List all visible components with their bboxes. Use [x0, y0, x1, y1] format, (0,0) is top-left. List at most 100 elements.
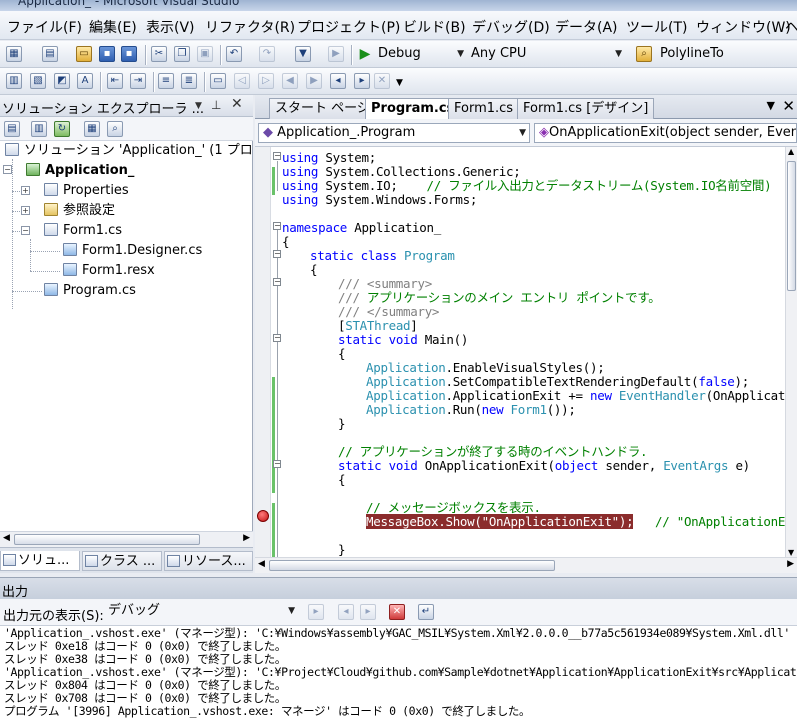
add-item-icon[interactable]: ▤ [42, 46, 58, 62]
copy-icon[interactable]: ❐ [174, 46, 190, 62]
decrease-indent-icon[interactable]: ⇤ [107, 73, 123, 89]
scrollbar-thumb[interactable] [269, 560, 555, 571]
start-debugging-icon[interactable]: ▶ [357, 46, 373, 62]
active-files-icon[interactable]: ▼ [767, 99, 775, 112]
redo-icon[interactable]: ↷ [259, 46, 275, 62]
menu-debug[interactable]: デバッグ(D) [472, 17, 550, 37]
tree-form1[interactable]: Form1.cs [44, 221, 122, 241]
open-file-icon[interactable]: ▭ [76, 46, 92, 62]
close-document-icon[interactable]: ✕ [782, 97, 795, 115]
undo-icon[interactable]: ↶ [226, 46, 242, 62]
outline-toggle-icon[interactable]: − [273, 152, 281, 160]
outline-toggle-icon[interactable]: − [273, 250, 281, 258]
menu-tools[interactable]: ツール(T) [626, 17, 687, 37]
cut-icon[interactable]: ✂ [151, 46, 167, 62]
indicator-margin[interactable] [255, 147, 271, 557]
view-designer-icon[interactable]: ⌕ [107, 121, 123, 137]
tree-project[interactable]: Application_ [26, 161, 134, 181]
tab-class-view[interactable]: クラス ... [82, 551, 162, 571]
code-line: } [338, 542, 346, 557]
find-next-message-icon[interactable]: ▸ [360, 604, 376, 620]
tab-program-cs[interactable]: Program.cs [365, 98, 461, 120]
bookmark-icon[interactable]: ▭ [210, 73, 226, 89]
bookmark-prev-icon[interactable]: ◁ [234, 73, 250, 89]
save-all-icon[interactable]: ▪ [121, 46, 137, 62]
uncomment-icon[interactable]: ≣ [181, 73, 197, 89]
bookmark-prev-document-icon[interactable]: ◂ [330, 73, 346, 89]
scrollbar-thumb[interactable] [14, 534, 200, 545]
collapse-project-icon[interactable]: − [3, 165, 12, 174]
solution-explorer-hscrollbar[interactable]: ◀ ▶ [0, 531, 253, 547]
tree-references[interactable]: 参照設定 [44, 201, 115, 221]
pin-icon[interactable]: ⊥ [211, 98, 221, 112]
menu-edit[interactable]: 編集(E) [89, 17, 137, 37]
toolbar-overflow-icon[interactable]: ▼ [396, 78, 403, 88]
menu-refactor[interactable]: リファクタ(R) [205, 17, 295, 37]
comment-out-icon[interactable]: ≡ [158, 73, 174, 89]
bookmark-next-icon[interactable]: ▷ [258, 73, 274, 89]
new-project-icon[interactable]: ▦ [6, 46, 22, 62]
tab-solution-explorer[interactable]: ソリュ... [0, 551, 80, 571]
expand-references-icon[interactable]: + [21, 206, 30, 215]
show-all-files-icon[interactable]: ▥ [31, 121, 47, 137]
solution-configuration-dropdown[interactable]: Debug ▼ [374, 45, 467, 65]
tab-resource-view[interactable]: リソース... [164, 551, 253, 571]
clear-bookmarks-icon[interactable]: ✕ [374, 73, 390, 89]
tree-properties[interactable]: Properties [44, 181, 129, 201]
menu-build[interactable]: ビルド(B) [403, 17, 466, 37]
find-previous-message-icon[interactable]: ◂ [338, 604, 354, 620]
bookmark-prev-folder-icon[interactable]: ◀ [282, 73, 298, 89]
find-in-files-icon[interactable]: ⌕ [636, 46, 652, 62]
refresh-icon[interactable]: ↻ [54, 121, 70, 137]
quick-info-icon[interactable]: ◩ [54, 73, 70, 89]
tab-start-page[interactable]: スタート ページ [269, 98, 376, 119]
outline-toggle-icon[interactable]: − [273, 222, 281, 230]
navigate-forward-icon[interactable]: ▶ [328, 46, 344, 62]
menu-view[interactable]: 表示(V) [146, 17, 195, 37]
code-area[interactable]: − − − − − − using System; using System.C… [255, 147, 785, 557]
window-position-icon[interactable]: ▼ [195, 101, 202, 111]
menu-file[interactable]: ファイル(F) [7, 17, 82, 37]
tree-form1-designer[interactable]: Form1.Designer.cs [63, 241, 202, 261]
output-source-dropdown[interactable]: デバッグ ▼ [104, 602, 298, 622]
outline-toggle-icon[interactable]: − [273, 334, 281, 342]
output-text[interactable]: 'Application_.vshost.exe' (マネージ型): 'C:¥W… [0, 626, 797, 722]
editor-vscrollbar[interactable]: ▲ ▼ [785, 147, 797, 557]
tab-form1-designer[interactable]: Form1.cs [デザイン] [517, 98, 655, 119]
outline-toggle-icon[interactable]: − [273, 278, 281, 286]
tab-form1-cs[interactable]: Form1.cs [448, 98, 520, 119]
clear-all-icon[interactable]: ✕ [389, 604, 405, 620]
navigate-backward-icon[interactable]: ▼ [295, 46, 311, 62]
go-to-line-icon[interactable]: ▸ [308, 604, 324, 620]
find-combo[interactable]: PolylineTo [656, 45, 797, 65]
complete-word-icon[interactable]: A [77, 73, 93, 89]
paste-icon[interactable]: ▣ [197, 46, 213, 62]
properties-icon[interactable]: ▤ [4, 121, 20, 137]
bookmark-next-folder-icon[interactable]: ▶ [306, 73, 322, 89]
members-dropdown[interactable]: ◈OnApplicationExit(object sender, EventA… [534, 123, 797, 143]
increase-indent-icon[interactable]: ⇥ [130, 73, 146, 89]
parameter-info-icon[interactable]: ▧ [30, 73, 46, 89]
output-toolbar: 出力元の表示(S): デバッグ ▼ ▸ ◂ ▸ ✕ ↵ [0, 599, 797, 626]
solution-platform-dropdown[interactable]: Any CPU ▼ [467, 45, 625, 65]
menu-help[interactable]: ヘルプ [785, 17, 797, 37]
tree-form1-resx[interactable]: Form1.resx [63, 261, 155, 281]
expand-properties-icon[interactable]: + [21, 186, 30, 195]
toggle-word-wrap-icon[interactable]: ↵ [418, 604, 434, 620]
menu-window[interactable]: ウィンドウ(W) [696, 17, 791, 37]
scrollbar-thumb[interactable] [787, 161, 796, 291]
view-code-icon[interactable]: ▦ [84, 121, 100, 137]
outline-toggle-icon[interactable]: − [273, 460, 281, 468]
collapse-form1-icon[interactable]: − [21, 226, 30, 235]
save-icon[interactable]: ▪ [99, 46, 115, 62]
editor-hscrollbar[interactable]: ◀ ▶ [255, 557, 797, 573]
tree-solution[interactable]: ソリューション 'Application_' (1 プロジェクト) [5, 141, 253, 161]
types-dropdown[interactable]: ◆ Application_.Program ▼ [258, 123, 530, 143]
close-solution-explorer-icon[interactable]: ✕ [231, 96, 243, 112]
object-members-icon[interactable]: ▥ [6, 73, 22, 89]
tree-program[interactable]: Program.cs [44, 281, 136, 301]
bookmark-next-document-icon[interactable]: ▸ [354, 73, 370, 89]
breakpoint-icon[interactable] [257, 510, 269, 522]
menu-project[interactable]: プロジェクト(P) [297, 17, 400, 37]
menu-data[interactable]: データ(A) [555, 17, 618, 37]
